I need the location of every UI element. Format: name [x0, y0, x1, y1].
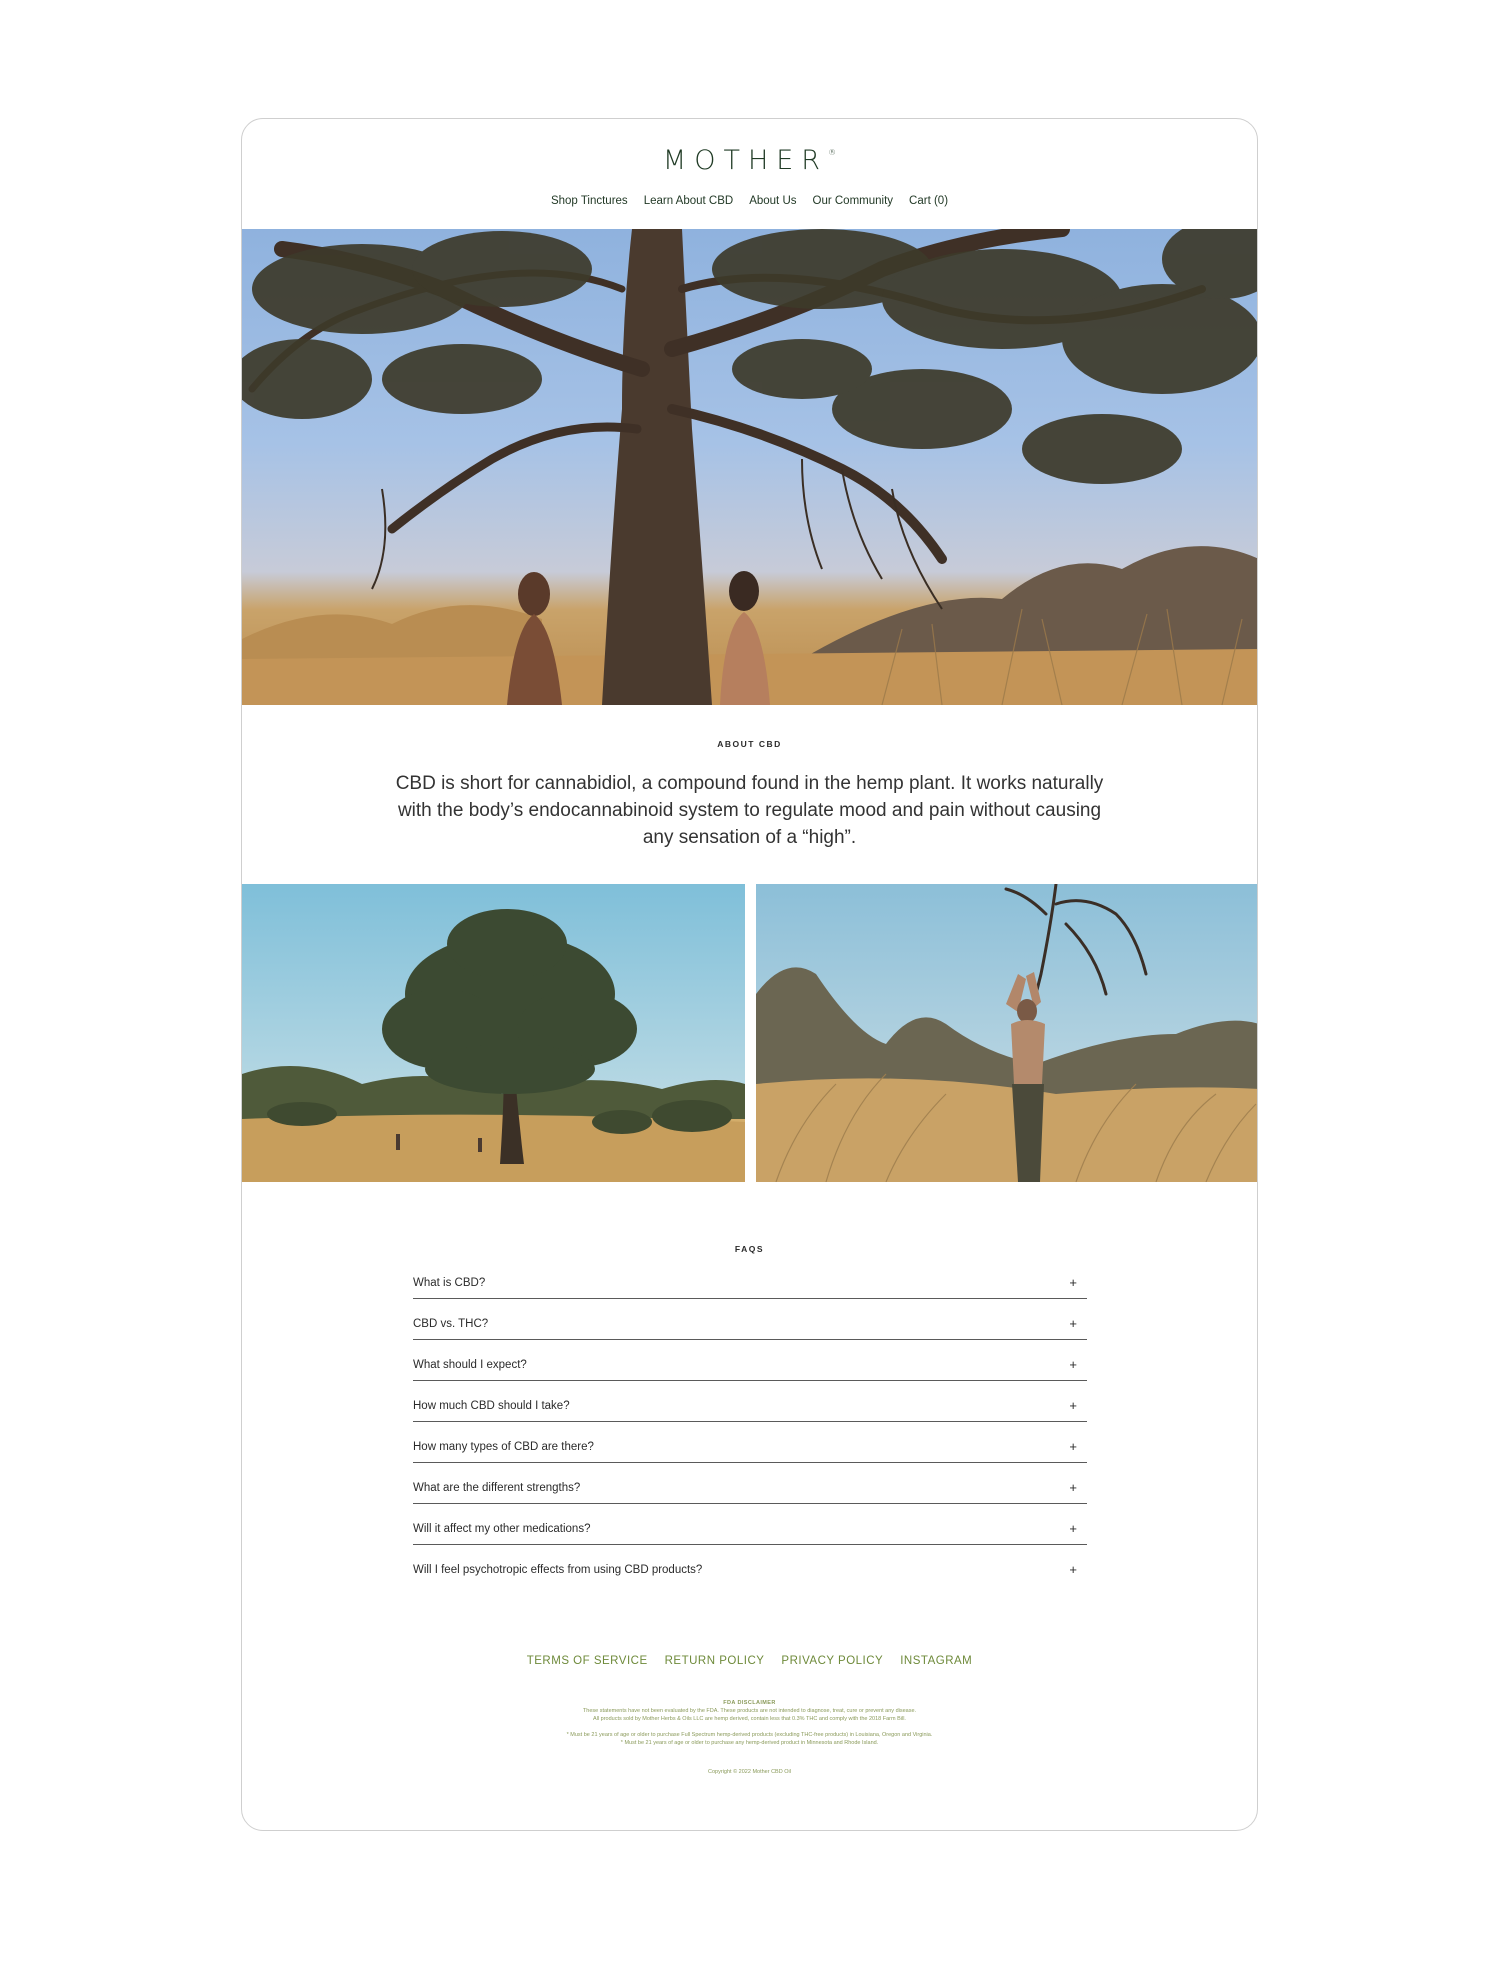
faq-item[interactable]: Will I feel psychotropic effects from us… — [413, 1545, 1087, 1585]
about-cbd-text: CBD is short for cannabidiol, a compound… — [395, 773, 1104, 848]
nav-our-community[interactable]: Our Community — [813, 195, 894, 207]
age-notice-line: * Must be 21 years of age or older to pu… — [566, 1732, 933, 1738]
footer-privacy-policy-link[interactable]: PRIVACY POLICY — [781, 1655, 883, 1667]
nav-cart[interactable]: Cart (0) — [909, 195, 948, 207]
footer-return-policy-link[interactable]: RETURN POLICY — [665, 1655, 765, 1667]
fda-disclaimer-line: All products sold by Mother Herbs & Oils… — [593, 1716, 906, 1722]
faq-item[interactable]: CBD vs. THC? + — [413, 1299, 1087, 1340]
nav-shop-tinctures[interactable]: Shop Tinctures — [551, 195, 628, 207]
expand-plus-icon[interactable]: + — [1069, 1521, 1077, 1536]
expand-plus-icon[interactable]: + — [1069, 1480, 1077, 1495]
footer-terms-link[interactable]: TERMS OF SERVICE — [527, 1655, 648, 1667]
person-branch-illustration — [756, 884, 1257, 1182]
faq-item[interactable]: What are the different strengths? + — [413, 1463, 1087, 1504]
expand-plus-icon[interactable]: + — [1069, 1562, 1077, 1577]
expand-plus-icon[interactable]: + — [1069, 1357, 1077, 1372]
faq-item[interactable]: Will it affect my other medications? + — [413, 1504, 1087, 1545]
brand-logo-text: MOTHER — [662, 145, 829, 176]
fda-disclaimer-title: FDA DISCLAIMER — [723, 1700, 776, 1706]
faq-question: How much CBD should I take? — [413, 1400, 570, 1412]
nav-about-us[interactable]: About Us — [749, 195, 796, 207]
footer-links: TERMS OF SERVICE RETURN POLICY PRIVACY P… — [242, 1655, 1257, 1667]
fda-disclaimer-line: These statements have not been evaluated… — [582, 1708, 917, 1714]
faq-item[interactable]: How many types of CBD are there? + — [413, 1422, 1087, 1463]
faq-question: What are the different strengths? — [413, 1482, 581, 1494]
photo-person-branch — [756, 884, 1257, 1182]
expand-plus-icon[interactable]: + — [1069, 1275, 1077, 1290]
faq-list: What is CBD? + CBD vs. THC? + What shoul… — [413, 1258, 1087, 1585]
registered-mark: ® — [828, 148, 837, 157]
nav-learn-about-cbd[interactable]: Learn About CBD — [644, 195, 734, 207]
hero-tree-illustration — [242, 229, 1257, 705]
faq-item[interactable]: What should I expect? + — [413, 1340, 1087, 1381]
faq-question: CBD vs. THC? — [413, 1318, 489, 1330]
faq-question: What is CBD? — [413, 1277, 486, 1289]
faqs-eyebrow: FAQS — [734, 1244, 765, 1254]
faq-item[interactable]: How much CBD should I take? + — [413, 1381, 1087, 1422]
brand-logo[interactable]: MOTHER® — [242, 145, 1257, 176]
hero-image — [242, 229, 1257, 705]
expand-plus-icon[interactable]: + — [1069, 1398, 1077, 1413]
site-header: MOTHER® Shop Tinctures Learn About CBD A… — [242, 119, 1257, 229]
faq-item[interactable]: What is CBD? + — [413, 1258, 1087, 1299]
fda-disclaimer: FDA DISCLAIMER These statements have not… — [242, 1699, 1257, 1747]
faq-question: Will it affect my other medications? — [413, 1523, 591, 1535]
footer-instagram-link[interactable]: INSTAGRAM — [900, 1655, 972, 1667]
faq-question: How many types of CBD are there? — [413, 1441, 594, 1453]
photo-oak-field — [242, 884, 745, 1182]
copyright: Copyright © 2022 Mother CBD Oil — [708, 1769, 791, 1775]
page-frame: MOTHER® Shop Tinctures Learn About CBD A… — [241, 118, 1258, 1831]
about-cbd-eyebrow: ABOUT CBD — [717, 739, 782, 749]
faq-question: Will I feel psychotropic effects from us… — [413, 1564, 703, 1576]
expand-plus-icon[interactable]: + — [1069, 1439, 1077, 1454]
expand-plus-icon[interactable]: + — [1069, 1316, 1077, 1331]
main-nav: Shop Tinctures Learn About CBD About Us … — [242, 195, 1257, 207]
faq-question: What should I expect? — [413, 1359, 527, 1371]
age-notice-line: * Must be 21 years of age or older to pu… — [620, 1740, 879, 1746]
oak-field-illustration — [242, 884, 745, 1182]
